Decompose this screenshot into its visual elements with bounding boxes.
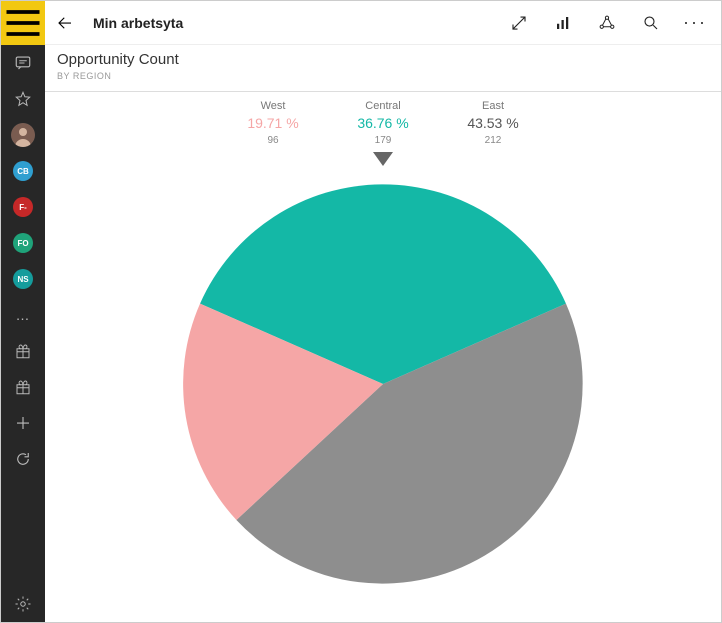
main: Min arbetsyta ··· Opportunity Count BY R… [45,1,721,622]
workspace-badge-cb: CB [13,161,33,181]
search-icon [642,14,660,32]
pie-chart[interactable] [183,184,583,589]
sidebar: CB F- FO NS … [1,1,45,622]
workspace-badge-fo: FO [13,233,33,253]
legend-count: 179 [353,135,413,146]
legend-item-east[interactable]: East 43.53 % 212 [463,100,523,166]
search-button[interactable] [641,13,661,33]
pie-svg [183,184,583,584]
sidebar-item-workspace-f[interactable]: F- [1,189,45,225]
sidebar-item-workspace-ns[interactable]: NS [1,261,45,297]
more-button[interactable]: ··· [685,13,705,33]
ellipsis-icon: ··· [683,12,707,33]
sidebar-item-add[interactable] [1,405,45,441]
gift-icon [14,378,32,396]
legend-percent: 19.71 % [243,115,303,131]
back-button[interactable] [51,9,79,37]
sidebar-item-messages[interactable] [1,45,45,81]
avatar-icon [11,123,35,147]
sidebar-item-workspace-cb[interactable]: CB [1,153,45,189]
sidebar-item-favorites[interactable] [1,81,45,117]
chart-type-button[interactable] [553,13,573,33]
workspace-badge-f: F- [13,197,33,217]
gift-icon [14,342,32,360]
menu-toggle-button[interactable] [1,1,45,45]
page-title: Min arbetsyta [93,15,183,31]
hamburger-icon [1,1,45,45]
chart-legend: West 19.71 % 96 Central 36.76 % 179 East… [243,100,523,166]
legend-percent: 36.76 % [353,115,413,131]
chart-subtitle: BY REGION [57,71,709,81]
sidebar-item-settings[interactable] [1,586,45,622]
legend-label: West [243,100,303,112]
expand-button[interactable] [509,13,529,33]
gear-icon [14,595,32,613]
workspace-badge-ns: NS [13,269,33,289]
chat-icon [14,54,32,72]
sidebar-item-workspace-fo[interactable]: FO [1,225,45,261]
arrow-left-icon [56,14,74,32]
legend-item-west[interactable]: West 19.71 % 96 [243,100,303,166]
sidebar-item-apps1[interactable] [1,333,45,369]
chart-area: West 19.71 % 96 Central 36.76 % 179 East… [45,92,721,622]
legend-label: East [463,100,523,112]
sidebar-item-apps2[interactable] [1,369,45,405]
star-icon [14,90,32,108]
chart-title: Opportunity Count [57,51,709,68]
sidebar-top: CB F- FO NS … [1,1,45,477]
legend-item-central[interactable]: Central 36.76 % 179 [353,100,413,166]
bar-chart-icon [554,14,572,32]
share-button[interactable] [597,13,617,33]
selected-pointer-icon [373,152,393,166]
plus-icon [14,414,32,432]
share-icon [598,14,616,32]
legend-percent: 43.53 % [463,115,523,131]
legend-count: 212 [463,135,523,146]
sidebar-item-more[interactable]: … [1,297,45,333]
sidebar-item-refresh[interactable] [1,441,45,477]
header: Min arbetsyta ··· [45,1,721,45]
ellipsis-icon: … [16,307,31,323]
refresh-icon [14,450,32,468]
sidebar-item-profile[interactable] [1,117,45,153]
legend-count: 96 [243,135,303,146]
legend-label: Central [353,100,413,112]
chart-header: Opportunity Count BY REGION [45,45,721,92]
expand-icon [510,14,528,32]
